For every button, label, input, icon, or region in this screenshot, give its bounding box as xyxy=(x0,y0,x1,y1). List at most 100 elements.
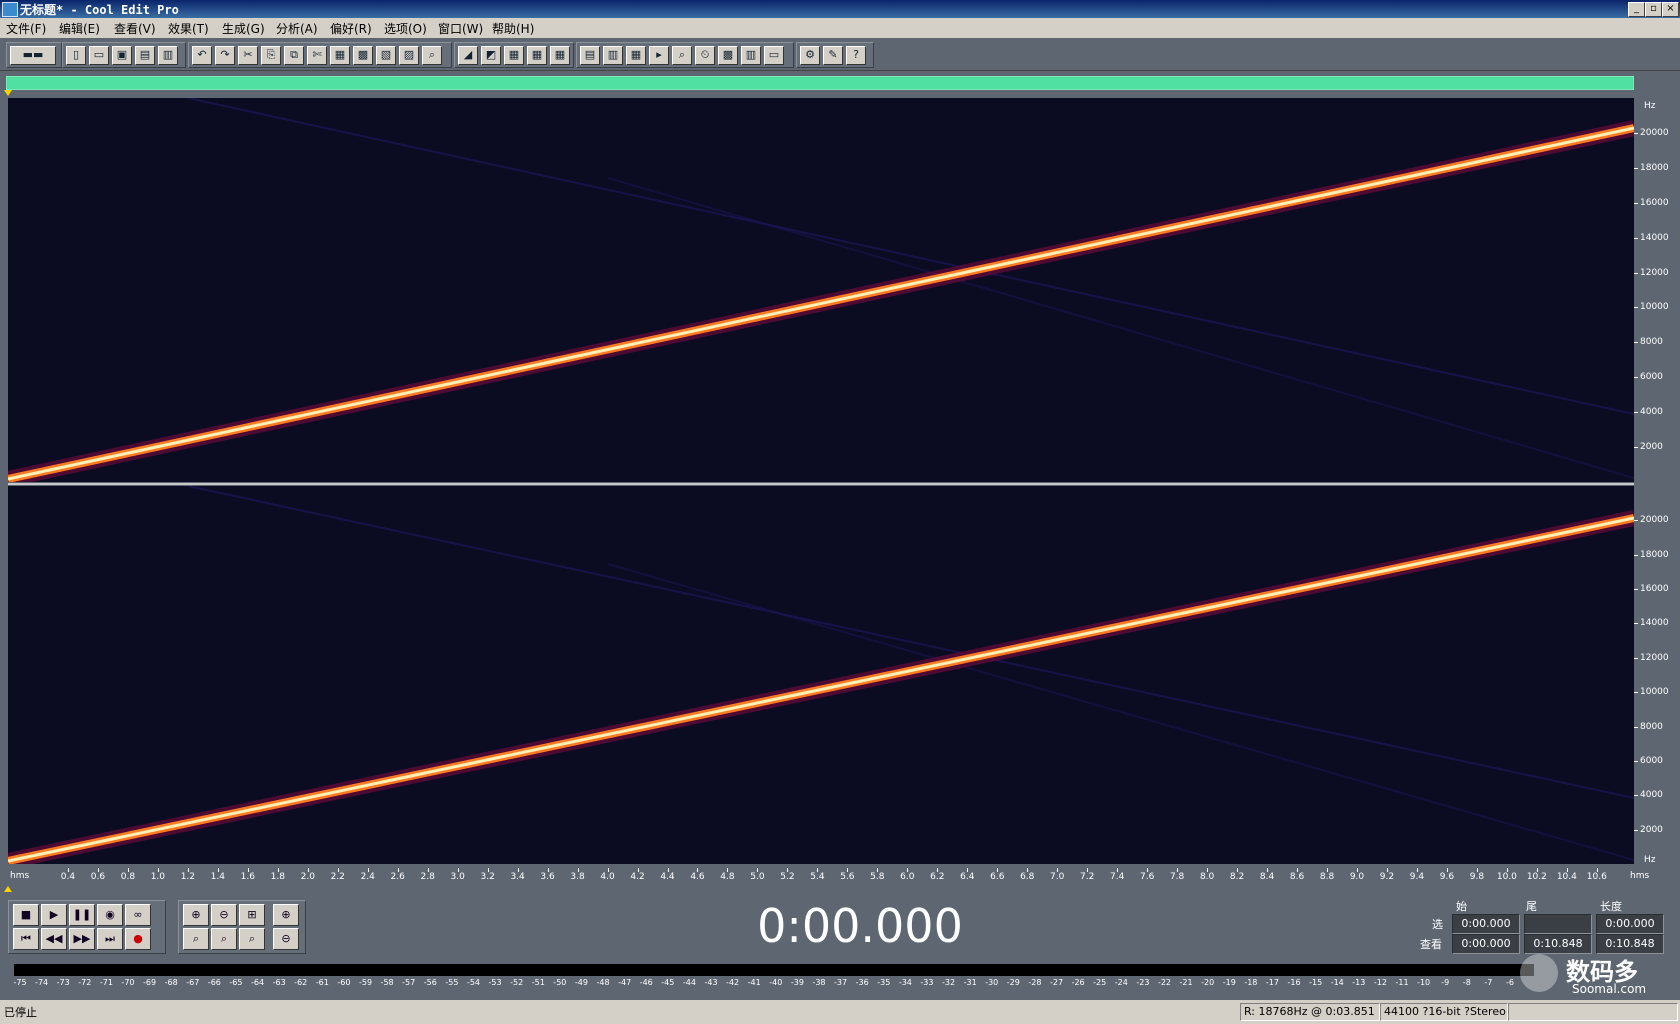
spectrogram-right[interactable] xyxy=(8,486,1634,864)
paste-icon[interactable]: ▦ xyxy=(330,46,350,65)
help-icon[interactable]: ? xyxy=(846,46,866,65)
menu-help[interactable]: 帮助(H) xyxy=(492,20,534,37)
time-tick-label: 2.0 xyxy=(300,872,315,882)
time-tick-label: 0.8 xyxy=(120,872,136,882)
menu-view[interactable]: 查看(V) xyxy=(114,20,156,37)
view-start-field[interactable]: 0:00.000 xyxy=(1452,934,1520,954)
menu-window[interactable]: 窗口(W) xyxy=(438,20,483,37)
both-channels-icon[interactable]: ▦ xyxy=(550,46,570,65)
cue-list-icon[interactable]: ▤ xyxy=(580,46,600,65)
zoom-selection-icon[interactable]: ⌕ xyxy=(239,928,265,950)
record-icon[interactable]: ● xyxy=(125,928,151,950)
crop-icon[interactable]: ▨ xyxy=(399,46,419,65)
freq-right-tick xyxy=(1634,760,1638,762)
play-to-end-icon[interactable]: ◉ xyxy=(97,904,123,926)
multitrack-toggle-icon[interactable]: ▬▬ xyxy=(10,46,56,65)
save-as-icon[interactable]: ▤ xyxy=(135,46,155,65)
play-icon[interactable]: ▶ xyxy=(41,904,67,926)
time-unit-left: hms xyxy=(10,871,30,881)
time-tick-label: 10.2 xyxy=(1526,872,1547,882)
zoom-panel-icon[interactable]: ⌕ xyxy=(672,46,692,65)
time-tick-label: 3.0 xyxy=(450,872,465,882)
freq-left-label: 10000 xyxy=(1640,302,1669,313)
fast-forward-icon[interactable]: ▶▶ xyxy=(69,928,95,950)
time-panel-icon[interactable]: ⏲ xyxy=(695,46,715,65)
overview-bar[interactable] xyxy=(6,76,1634,90)
meter-scale-label: -23 xyxy=(1136,978,1150,987)
close-button[interactable]: × xyxy=(1662,2,1679,17)
meter-scale-label: -69 xyxy=(143,978,157,987)
maximize-button[interactable]: ▫ xyxy=(1645,2,1662,17)
go-to-start-icon[interactable]: ⏮ xyxy=(13,928,39,950)
ime-toolbar[interactable] xyxy=(1508,1003,1678,1021)
zoom-vertical-out-icon[interactable]: ⊖ xyxy=(273,928,299,950)
sel-end-field[interactable] xyxy=(1524,914,1592,934)
save-all-icon[interactable]: ▥ xyxy=(158,46,178,65)
toolbar-group-edit: ↶ ↷ ✂ ⎘ ⧉ ✄ ▦ ▩ ▧ ▨ ⌕ xyxy=(188,42,452,68)
play-panel-icon[interactable]: ▸ xyxy=(649,46,669,65)
zoom-left-icon[interactable]: ⌕ xyxy=(183,928,209,950)
menu-options[interactable]: 选项(O) xyxy=(384,20,427,37)
meter-scale-label: -72 xyxy=(78,978,92,987)
menu-edit[interactable]: 编辑(E) xyxy=(59,20,100,37)
sel-start-field[interactable]: 0:00.000 xyxy=(1452,914,1520,934)
trim-icon[interactable]: ✄ xyxy=(307,46,327,65)
minimize-button[interactable]: _ xyxy=(1628,2,1645,17)
find-icon[interactable]: ⌕ xyxy=(422,46,442,65)
menu-effects[interactable]: 效果(T) xyxy=(168,20,209,37)
meter-scale-label: -37 xyxy=(834,978,848,987)
undo-icon[interactable]: ↶ xyxy=(192,46,212,65)
menu-file[interactable]: 文件(F) xyxy=(6,20,46,37)
menu-favorites[interactable]: 偏好(R) xyxy=(330,20,372,37)
menu-analyze[interactable]: 分析(A) xyxy=(276,20,318,37)
status-panel-icon[interactable]: ▭ xyxy=(764,46,784,65)
zoom-vertical-in-icon[interactable]: ⊕ xyxy=(273,904,299,926)
playlist-icon[interactable]: ▥ xyxy=(603,46,623,65)
copy-icon[interactable]: ⎘ xyxy=(261,46,281,65)
info-panel-icon[interactable]: ▦ xyxy=(626,46,646,65)
pause-icon[interactable]: ❚❚ xyxy=(69,904,95,926)
stop-icon[interactable]: ■ xyxy=(13,904,39,926)
left-channel-icon[interactable]: ▦ xyxy=(504,46,524,65)
end-marker-icon[interactable] xyxy=(4,886,12,892)
loop-icon[interactable]: ∞ xyxy=(125,904,151,926)
settings-gear-icon[interactable]: ⚙ xyxy=(800,46,820,65)
waveform-view-icon[interactable]: ◢ xyxy=(458,46,478,65)
meter-scale-label: -43 xyxy=(704,978,718,987)
zoom-full-icon[interactable]: ⊞ xyxy=(239,904,265,926)
redo-icon[interactable]: ↷ xyxy=(215,46,235,65)
new-file-icon[interactable]: ▯ xyxy=(66,46,86,65)
freq-left-tick xyxy=(1634,307,1638,309)
right-channel-icon[interactable]: ▦ xyxy=(527,46,547,65)
meter-scale-label: -32 xyxy=(942,978,956,987)
grid-panel-icon[interactable]: ▩ xyxy=(718,46,738,65)
mix-paste-icon[interactable]: ▩ xyxy=(353,46,373,65)
go-to-end-icon[interactable]: ⏭ xyxy=(97,928,123,950)
spectral-view-icon[interactable]: ◩ xyxy=(481,46,501,65)
time-tick-label: 8.6 xyxy=(1289,872,1305,882)
level-panel-icon[interactable]: ▥ xyxy=(741,46,761,65)
freq-right-tick xyxy=(1634,623,1638,625)
properties-icon[interactable]: ✎ xyxy=(823,46,843,65)
zoom-right-icon[interactable]: ⌕ xyxy=(211,928,237,950)
rewind-icon[interactable]: ◀◀ xyxy=(41,928,67,950)
copy-new-icon[interactable]: ⧉ xyxy=(284,46,304,65)
time-ruler[interactable]: hms hms 0.4 0.6 0.8 1.0 1.2 1.4 1.6 1.8 2.0 2.2 2.… xyxy=(8,868,1680,886)
start-marker-icon[interactable] xyxy=(4,90,12,96)
open-folder-icon[interactable]: ▭ xyxy=(89,46,109,65)
sel-length-field[interactable]: 0:00.000 xyxy=(1596,914,1664,934)
sel-col-length: 长度 xyxy=(1600,900,1622,913)
menu-generate[interactable]: 生成(G) xyxy=(222,20,265,37)
level-meter-scale: -75 -74 -73 -72 -71 -70 -69 -68 -67 -66 -65 -64 -63-… xyxy=(13,978,1534,992)
time-tick-label: 7.8 xyxy=(1169,872,1185,882)
freq-right-label: 16000 xyxy=(1640,584,1669,595)
time-tick-label: 7.6 xyxy=(1139,872,1155,882)
paste-new-icon[interactable]: ▧ xyxy=(376,46,396,65)
zoom-out-icon[interactable]: ⊖ xyxy=(211,904,237,926)
zoom-in-icon[interactable]: ⊕ xyxy=(183,904,209,926)
save-icon[interactable]: ▣ xyxy=(112,46,132,65)
title-bar: 无标题* - Cool Edit Pro _ ▫ × xyxy=(0,0,1680,18)
cut-icon[interactable]: ✂ xyxy=(238,46,258,65)
spectrogram-left[interactable] xyxy=(8,98,1634,482)
meter-scale-label: -59 xyxy=(358,978,373,987)
